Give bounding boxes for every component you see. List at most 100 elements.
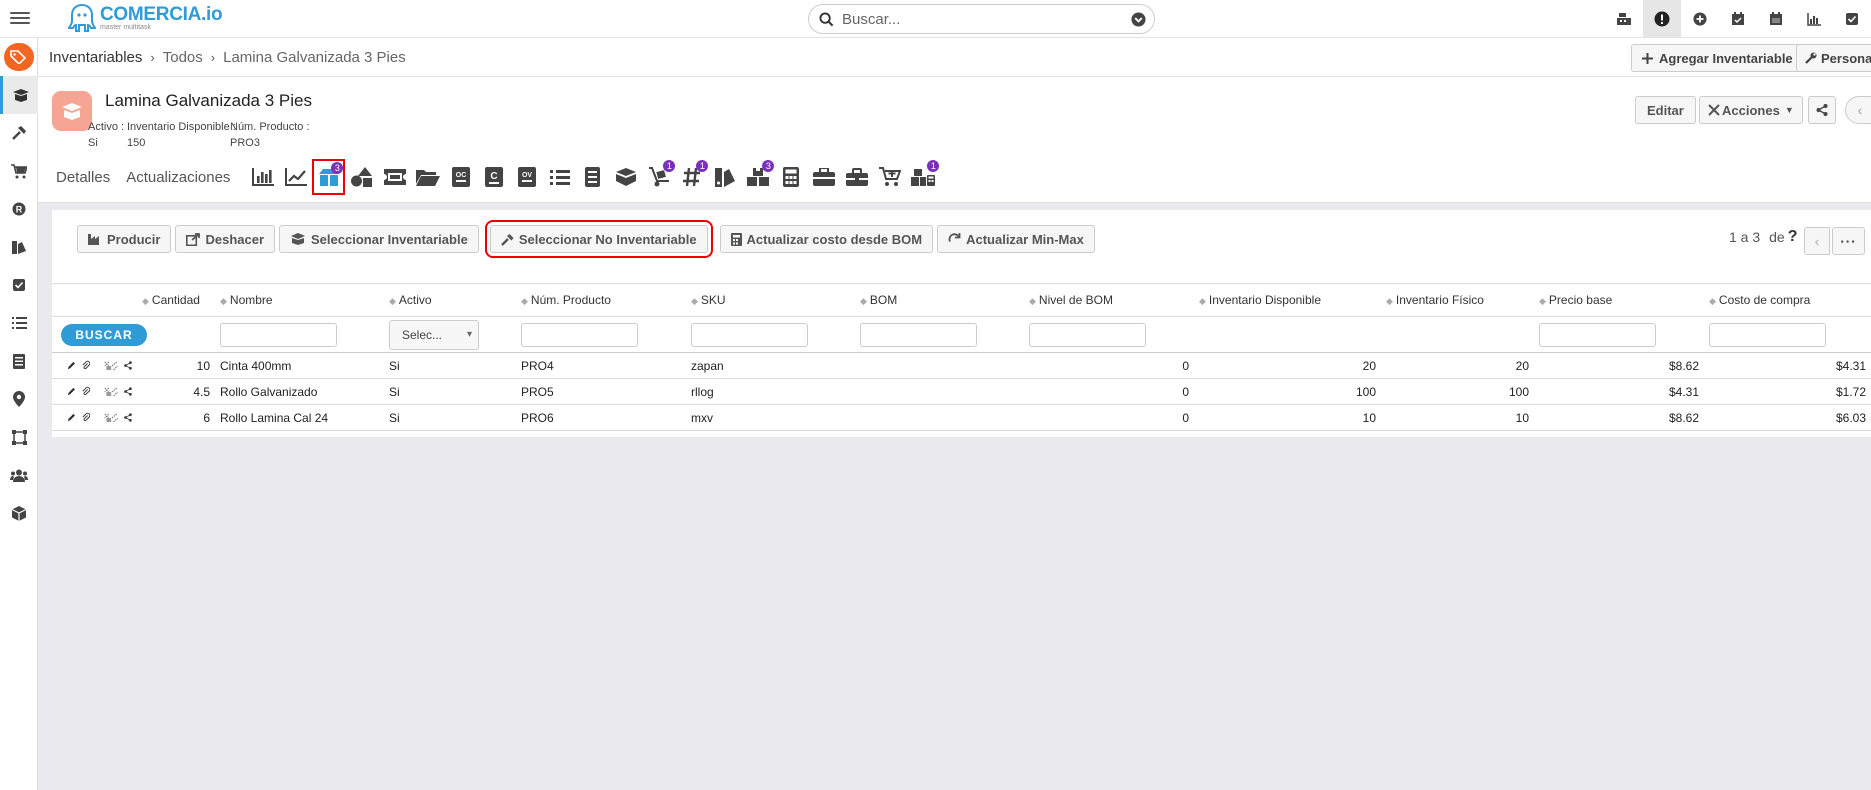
actualizar-minmax-button[interactable]: Actualizar Min-Max (937, 225, 1095, 253)
col-num-producto[interactable]: ◆ Núm. Producto (516, 283, 686, 317)
filter-precio-input[interactable] (1539, 322, 1656, 347)
paperclip-icon[interactable] (82, 386, 90, 397)
hamburger-menu-icon[interactable] (10, 9, 30, 27)
search-input[interactable] (842, 10, 1112, 28)
share-icon[interactable] (124, 386, 132, 397)
cell-nombre[interactable]: Cinta 400mm (215, 352, 384, 379)
sidebar-item-documents[interactable] (0, 342, 38, 380)
search-dropdown-icon[interactable] (1131, 12, 1146, 27)
remove-link-icon[interactable] (104, 386, 118, 398)
tab-receipts[interactable] (576, 159, 609, 195)
add-circle-icon[interactable] (1681, 0, 1719, 38)
paperclip-icon[interactable] (82, 360, 90, 371)
seleccionar-no-inventariable-button[interactable]: Seleccionar No Inventariable (484, 220, 713, 258)
breadcrumb-inventariables[interactable]: Inventariables (49, 49, 142, 66)
producir-button[interactable]: Producir (77, 225, 172, 253)
tab-packages[interactable] (609, 159, 642, 195)
buscar-button[interactable]: BUSCAR (61, 323, 147, 346)
col-sku[interactable]: ◆ SKU (686, 283, 855, 317)
more-options-button[interactable]: ··· (1832, 227, 1865, 255)
col-bom[interactable]: ◆ BOM (855, 283, 1024, 317)
actualizar-costo-button[interactable]: Actualizar costo desde BOM (719, 225, 934, 253)
actions-button[interactable]: Acciones ▼ (1699, 96, 1803, 124)
sidebar-item-locations[interactable] (0, 380, 38, 418)
industry-icon (88, 234, 99, 245)
breadcrumb-todos[interactable]: Todos (163, 49, 203, 66)
checkbox-icon[interactable] (1833, 0, 1871, 38)
tab-actualizaciones[interactable]: Actualizaciones (126, 169, 230, 186)
tab-catalog[interactable]: C (477, 159, 510, 195)
tab-bom[interactable]: 3 (312, 159, 346, 195)
sidebar-item-tasks[interactable] (0, 266, 38, 304)
help-icon[interactable]: ? (1788, 228, 1798, 246)
sidebar-item-shapes[interactable] (0, 418, 38, 456)
col-costo-compra[interactable]: ◆ Costo de compra (1704, 283, 1871, 317)
sidebar-item-swatches[interactable] (0, 228, 38, 266)
tab-briefcase[interactable] (807, 159, 840, 195)
add-inventariable-button[interactable]: Agregar Inventariable (1631, 44, 1804, 72)
share-button[interactable] (1808, 96, 1836, 124)
tab-reports[interactable] (246, 159, 279, 195)
tab-shapes[interactable] (345, 159, 378, 195)
tab-dolly[interactable]: 1 (642, 159, 676, 195)
filter-bom-input[interactable] (860, 322, 977, 347)
tab-add-cart[interactable] (873, 159, 906, 195)
col-activo[interactable]: ◆ Activo (384, 283, 516, 317)
pencil-icon[interactable] (67, 386, 76, 397)
remove-link-icon[interactable] (104, 412, 118, 424)
tags-icon[interactable] (4, 43, 34, 71)
tab-sales-orders[interactable]: OV (510, 159, 543, 195)
cash-register-icon[interactable] (1605, 0, 1643, 38)
tab-tickets[interactable] (378, 159, 411, 195)
sidebar-item-lists[interactable] (0, 304, 38, 342)
deshacer-button[interactable]: Deshacer (175, 225, 276, 253)
tab-purchase-orders[interactable]: OC (444, 159, 477, 195)
app-logo[interactable]: COMERCIA.io master multitask (68, 2, 223, 36)
filter-num-producto-input[interactable] (521, 322, 638, 347)
sidebar-item-production[interactable] (0, 114, 38, 152)
edit-button[interactable]: Editar (1635, 96, 1696, 124)
chart-bar-icon[interactable] (1795, 0, 1833, 38)
prev-page-button[interactable]: ‹ (1804, 227, 1830, 255)
pencil-icon[interactable] (67, 412, 76, 423)
sidebar-item-products[interactable] (0, 494, 38, 532)
tab-folders[interactable] (411, 159, 444, 195)
remove-link-icon[interactable] (104, 360, 118, 372)
filter-nivel-bom-input[interactable] (1029, 322, 1146, 347)
tab-swatches[interactable] (708, 159, 741, 195)
paperclip-icon[interactable] (82, 412, 90, 423)
personalize-button[interactable]: Persona (1796, 44, 1871, 72)
tab-calculator[interactable] (774, 159, 807, 195)
cell-nombre[interactable]: Rollo Lamina Cal 24 (215, 404, 384, 431)
tab-stock-calc[interactable]: 1 (906, 159, 940, 195)
calendar-check-icon[interactable] (1719, 0, 1757, 38)
cell-nombre[interactable]: Rollo Galvanizado (215, 378, 384, 405)
tab-list[interactable] (543, 159, 576, 195)
collapse-panel-button[interactable]: ‹ (1845, 96, 1871, 124)
col-inventario-disponible[interactable]: ◆ Inventario Disponible (1194, 283, 1381, 317)
filter-costo-input[interactable] (1709, 322, 1826, 347)
filter-nombre-input[interactable] (220, 322, 337, 347)
tab-toolbox[interactable] (840, 159, 873, 195)
tab-trends[interactable] (279, 159, 312, 195)
tab-stock[interactable]: 3 (741, 159, 775, 195)
filter-activo-select[interactable]: Selec... (389, 319, 479, 350)
share-icon[interactable] (124, 360, 132, 371)
filter-sku-input[interactable] (691, 322, 808, 347)
pencil-icon[interactable] (67, 360, 76, 371)
tab-serials[interactable]: 1 (675, 159, 709, 195)
share-icon[interactable] (124, 412, 132, 423)
seleccionar-inventariable-button[interactable]: Seleccionar Inventariable (279, 225, 479, 253)
col-inventario-fisico[interactable]: ◆ Inventario Físico (1381, 283, 1534, 317)
sidebar-item-inventory[interactable] (0, 76, 38, 114)
sidebar-item-users[interactable] (0, 456, 38, 494)
alert-icon[interactable] (1643, 0, 1681, 38)
col-nivel-bom[interactable]: ◆ Nivel de BOM (1024, 283, 1194, 317)
col-nombre[interactable]: ◆ Nombre (215, 283, 384, 317)
col-cantidad[interactable]: ◆ Cantidad (137, 283, 215, 317)
sidebar-item-registered[interactable]: R (0, 190, 38, 228)
tab-detalles[interactable]: Detalles (56, 169, 110, 186)
calendar-icon[interactable] (1757, 0, 1795, 38)
sidebar-item-purchases[interactable] (0, 152, 38, 190)
col-precio-base[interactable]: ◆ Precio base (1534, 283, 1704, 317)
